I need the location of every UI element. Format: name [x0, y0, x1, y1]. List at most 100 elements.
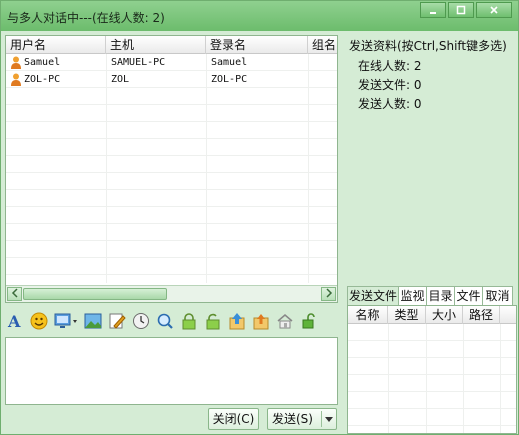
- empty-row: [6, 173, 337, 190]
- title-bar[interactable]: 与多人对话中---(在线人数: 2): [1, 1, 518, 31]
- empty-row: [6, 207, 337, 224]
- empty-row: [6, 258, 337, 275]
- send-button-label: 发送(S): [272, 412, 313, 426]
- tab-send-file[interactable]: 发送文件: [347, 286, 399, 306]
- upload-alt-icon: [253, 314, 269, 330]
- empty-row: [6, 156, 337, 173]
- screen-capture-button[interactable]: [53, 311, 79, 331]
- search-button[interactable]: [155, 311, 175, 331]
- chevron-down-icon: [325, 417, 333, 422]
- user-host: SAMUEL-PC: [111, 57, 166, 68]
- tab-monitor[interactable]: 监视: [398, 286, 427, 306]
- empty-row: [6, 224, 337, 241]
- image-icon: [84, 313, 102, 329]
- home-icon: [277, 314, 293, 329]
- empty-row: [6, 241, 337, 258]
- search-icon: [157, 313, 173, 329]
- window-title: 与多人对话中---(在线人数: 2): [7, 11, 165, 25]
- lock-icon: [182, 313, 196, 330]
- clock-icon: [133, 313, 149, 329]
- message-input[interactable]: [5, 337, 338, 405]
- edit-button[interactable]: [107, 311, 127, 331]
- horizontal-scrollbar[interactable]: [6, 285, 337, 302]
- padlock-open-icon: [302, 313, 315, 329]
- svg-text:A: A: [7, 312, 21, 330]
- column-header-login[interactable]: 登录名: [206, 36, 308, 54]
- online-count: 在线人数: 2: [358, 59, 422, 73]
- user-icon: [11, 56, 21, 69]
- screen-capture-icon: [54, 313, 77, 328]
- user-table[interactable]: 用户名 主机 登录名 组名 Samuel SAMUEL-PC Samuel ZO…: [5, 35, 338, 303]
- column-header-group[interactable]: 组名: [308, 36, 337, 54]
- upload-icon: [229, 313, 245, 330]
- minimize-icon: [430, 12, 436, 14]
- empty-row: [6, 122, 337, 139]
- empty-row: [6, 190, 337, 207]
- column-header-type[interactable]: 类型: [388, 306, 426, 324]
- padlock-open-button[interactable]: [299, 311, 319, 331]
- send-button-divider: [321, 411, 322, 427]
- tab-directory[interactable]: 目录: [426, 286, 455, 306]
- user-login: Samuel: [211, 57, 248, 68]
- file-list-header: 名称 类型 大小 路径: [348, 306, 516, 324]
- unlock-icon: [206, 313, 220, 330]
- empty-row: [348, 324, 516, 341]
- tab-file[interactable]: 文件: [454, 286, 483, 306]
- send-info-panel: 发送资料(按Ctrl,Shift键多选) 在线人数: 2 发送文件: 0 发送人…: [344, 35, 516, 125]
- close-button[interactable]: 关闭(C): [208, 408, 259, 430]
- home-button[interactable]: [275, 311, 295, 331]
- send-people-count: 发送人数: 0: [358, 97, 422, 111]
- upload-button[interactable]: [227, 311, 247, 331]
- scroll-left-button[interactable]: [7, 287, 22, 301]
- user-username: Samuel: [24, 57, 61, 68]
- unlock-button[interactable]: [203, 311, 223, 331]
- message-toolbar: A: [5, 308, 338, 334]
- column-header-name[interactable]: 名称: [348, 306, 388, 324]
- empty-row: [348, 409, 516, 426]
- font-button[interactable]: A: [5, 311, 25, 331]
- tab-cancel[interactable]: 取消: [482, 286, 513, 306]
- lock-button[interactable]: [179, 311, 199, 331]
- send-file-count: 发送文件: 0: [358, 78, 422, 92]
- user-username: ZOL-PC: [24, 74, 61, 85]
- empty-row: [348, 392, 516, 409]
- scroll-thumb[interactable]: [23, 288, 167, 300]
- column-header-host[interactable]: 主机: [106, 36, 206, 54]
- maximize-icon: [456, 5, 466, 15]
- maximize-button[interactable]: [448, 2, 474, 18]
- column-header-path[interactable]: 路径: [463, 306, 500, 324]
- user-icon: [11, 73, 21, 86]
- image-button[interactable]: [83, 311, 103, 331]
- upload-alt-button[interactable]: [251, 311, 271, 331]
- user-table-header: 用户名 主机 登录名 组名: [6, 36, 337, 54]
- empty-row: [348, 358, 516, 375]
- empty-row: [6, 88, 337, 105]
- scroll-right-button[interactable]: [321, 287, 336, 301]
- empty-row: [6, 105, 337, 122]
- empty-row: [6, 139, 337, 156]
- window-controls: [420, 2, 512, 18]
- clock-button[interactable]: [131, 311, 151, 331]
- empty-row: [348, 375, 516, 392]
- empty-row: [348, 341, 516, 358]
- file-list[interactable]: 名称 类型 大小 路径: [347, 305, 517, 434]
- chevron-right-icon: [325, 288, 332, 298]
- group-chat-window: 与多人对话中---(在线人数: 2) 用户名 主机 登录名 组名 Samuel …: [0, 0, 519, 435]
- close-icon: [490, 6, 498, 14]
- column-header-username[interactable]: 用户名: [6, 36, 106, 54]
- chevron-left-icon: [11, 288, 18, 298]
- send-button[interactable]: 发送(S): [267, 408, 337, 430]
- user-login: ZOL-PC: [211, 74, 248, 85]
- send-dropdown-button[interactable]: [325, 409, 333, 435]
- send-info-title: 发送资料(按Ctrl,Shift键多选): [349, 39, 507, 53]
- user-host: ZOL: [111, 74, 130, 85]
- emoji-button[interactable]: [29, 311, 49, 331]
- edit-icon: [109, 313, 126, 329]
- file-tabs: 发送文件 监视 目录 文件 取消: [347, 286, 517, 306]
- user-row[interactable]: ZOL-PC ZOL ZOL-PC: [6, 71, 337, 88]
- minimize-button[interactable]: [420, 2, 446, 18]
- column-header-size[interactable]: 大小: [426, 306, 463, 324]
- emoji-icon: [30, 312, 48, 330]
- close-window-button[interactable]: [476, 2, 512, 18]
- user-row[interactable]: Samuel SAMUEL-PC Samuel: [6, 54, 337, 71]
